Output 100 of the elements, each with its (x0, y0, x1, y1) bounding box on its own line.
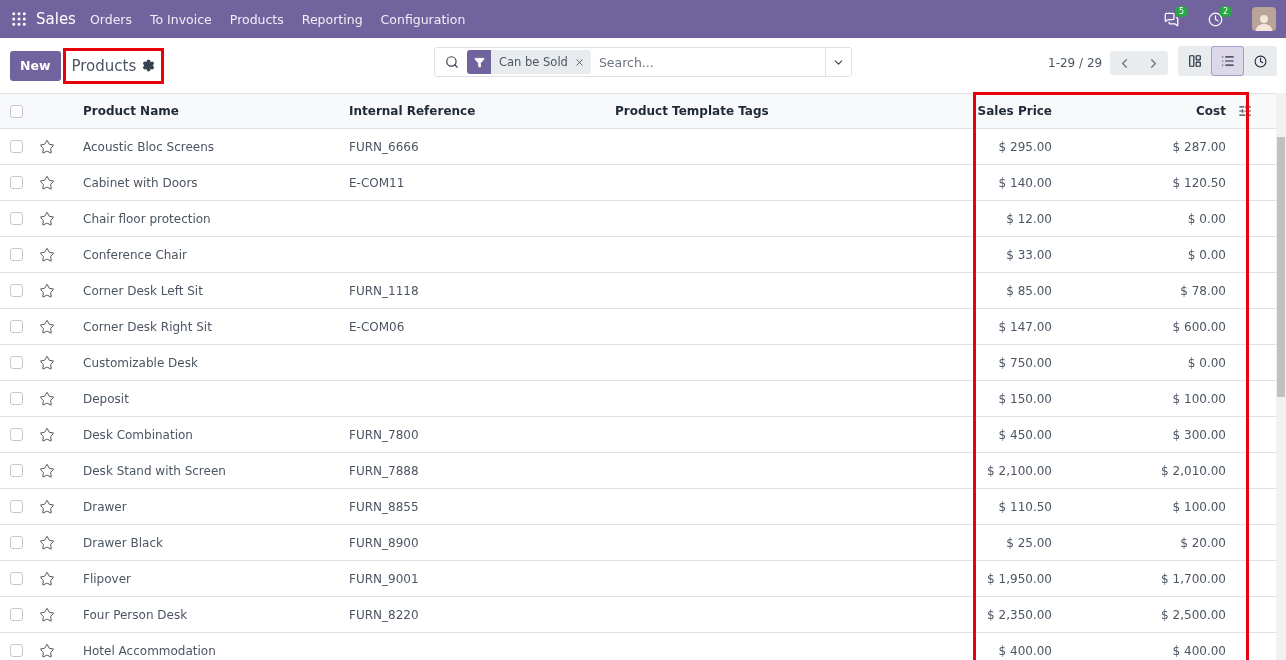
search-icon (445, 55, 459, 69)
count-badge: 2 (1218, 5, 1232, 17)
table-cell-text: $ 20.00 (1179, 535, 1227, 550)
column-header[interactable]: Internal Reference (338, 104, 604, 118)
checkbox[interactable] (10, 284, 23, 297)
column-header[interactable]: Cost (1064, 104, 1238, 118)
table-cell-text: FURN_9001 (348, 571, 420, 586)
table-cell-text: Deposit (82, 391, 130, 406)
pager-value[interactable]: 1-29 / 29 (1048, 56, 1103, 70)
facet-label: Can be Sold (498, 55, 569, 69)
checkbox[interactable] (10, 536, 23, 549)
star-icon[interactable] (39, 498, 55, 515)
table-cell-text: $ 0.00 (1186, 211, 1227, 226)
user-avatar[interactable] (1252, 7, 1276, 31)
table-cell-text: Conference Chair (82, 247, 188, 262)
checkbox[interactable] (10, 392, 23, 405)
checkbox[interactable] (10, 104, 23, 118)
settings-icon[interactable] (142, 59, 156, 72)
chat-icon (1164, 11, 1179, 27)
checkbox[interactable] (10, 212, 23, 225)
table-cell-text: $ 140.00 (997, 175, 1053, 190)
table-cell-text: E-COM06 (348, 319, 406, 334)
table-cell-text: E-COM11 (348, 175, 406, 190)
checkbox[interactable] (10, 140, 23, 153)
checkbox[interactable] (10, 644, 23, 657)
checkbox[interactable] (10, 356, 23, 369)
view-switch-button[interactable] (1211, 46, 1244, 76)
search-field[interactable]: Can be Sold Search... (434, 47, 852, 77)
table-cell-text: $ 400.00 (997, 643, 1053, 658)
table-cell-text: $ 0.00 (1186, 355, 1227, 370)
table-cell-text: FURN_8220 (348, 607, 420, 622)
table-cell-text: $ 2,100.00 (986, 463, 1053, 478)
filter-facet[interactable]: Can be Sold (467, 50, 591, 74)
menu-item[interactable]: To Invoice (150, 11, 212, 27)
menu-item[interactable]: Reporting (301, 11, 363, 27)
menu-item[interactable]: Orders (89, 11, 132, 27)
table-cell-text: $ 295.00 (997, 139, 1053, 154)
star-icon[interactable] (39, 354, 55, 371)
column-settings-icon[interactable] (1238, 104, 1252, 118)
star-icon[interactable] (39, 210, 55, 227)
table-cell-text: FURN_7888 (348, 463, 420, 478)
table-cell-text: $ 450.00 (997, 427, 1053, 442)
app-name[interactable]: Sales (36, 10, 76, 28)
table-cell-text: Drawer Black (82, 535, 164, 550)
checkbox[interactable] (10, 608, 23, 621)
star-icon[interactable] (39, 318, 55, 335)
table-cell-text: $ 150.00 (997, 391, 1053, 406)
table-cell-text: Desk Combination (82, 427, 194, 442)
star-icon[interactable] (39, 174, 55, 191)
checkbox[interactable] (10, 428, 23, 441)
table-cell-text: $ 78.00 (1179, 283, 1227, 298)
table-cell-text: $ 2,350.00 (986, 607, 1053, 622)
column-header[interactable]: Product Name (72, 104, 338, 118)
menu-item[interactable]: Configuration (380, 11, 466, 27)
table-cell-text: $ 120.50 (1171, 175, 1227, 190)
star-icon[interactable] (39, 246, 55, 263)
checkbox[interactable] (10, 176, 23, 189)
column-header[interactable]: Product Template Tags (604, 104, 964, 118)
star-icon[interactable] (39, 138, 55, 155)
checkbox[interactable] (10, 572, 23, 585)
table-cell-text: $ 110.50 (997, 499, 1053, 514)
table-cell-text: $ 100.00 (1171, 499, 1227, 514)
clock-icon (1254, 54, 1267, 68)
checkbox[interactable] (10, 320, 23, 333)
checkbox[interactable] (10, 464, 23, 477)
new-button[interactable]: New (10, 50, 61, 81)
star-icon[interactable] (39, 282, 55, 299)
table-cell-text: $ 25.00 (1005, 535, 1053, 550)
star-icon[interactable] (39, 642, 55, 659)
table-cell-text: $ 400.00 (1171, 643, 1227, 658)
table-cell-text: FURN_7800 (348, 427, 420, 442)
filter-icon (473, 56, 485, 68)
table-cell-text: Acoustic Bloc Screens (82, 139, 216, 154)
star-icon[interactable] (39, 426, 55, 443)
table-cell-text: $ 12.00 (1005, 211, 1053, 226)
star-icon[interactable] (39, 570, 55, 587)
table-cell-text: Desk Stand with Screen (82, 463, 227, 478)
table-cell-text: $ 85.00 (1005, 283, 1053, 298)
table-cell-text: $ 287.00 (1171, 139, 1227, 154)
column-header[interactable]: Sales Price (964, 104, 1064, 118)
table-cell-text: FURN_8855 (348, 499, 420, 514)
table-cell-text: Drawer (82, 499, 128, 514)
table-cell-text: Chair floor protection (82, 211, 212, 226)
table-cell-text: $ 1,700.00 (1160, 571, 1227, 586)
table-cell-text: $ 0.00 (1186, 247, 1227, 262)
star-icon[interactable] (39, 606, 55, 623)
scrollbar[interactable] (1276, 93, 1286, 660)
checkbox[interactable] (10, 248, 23, 261)
star-icon[interactable] (39, 390, 55, 407)
table-cell-text: Customizable Desk (82, 355, 199, 370)
table-cell-text: $ 33.00 (1005, 247, 1053, 262)
breadcrumb-title[interactable]: Products (71, 56, 137, 75)
menu-item[interactable]: Products (229, 11, 284, 27)
apps-menu-icon[interactable] (10, 10, 28, 28)
table-cell-text: Cabinet with Doors (82, 175, 199, 190)
checkbox[interactable] (10, 500, 23, 513)
table-cell-text: Flipover (82, 571, 132, 586)
star-icon[interactable] (39, 462, 55, 479)
star-icon[interactable] (39, 534, 55, 551)
close-icon[interactable] (573, 56, 585, 68)
